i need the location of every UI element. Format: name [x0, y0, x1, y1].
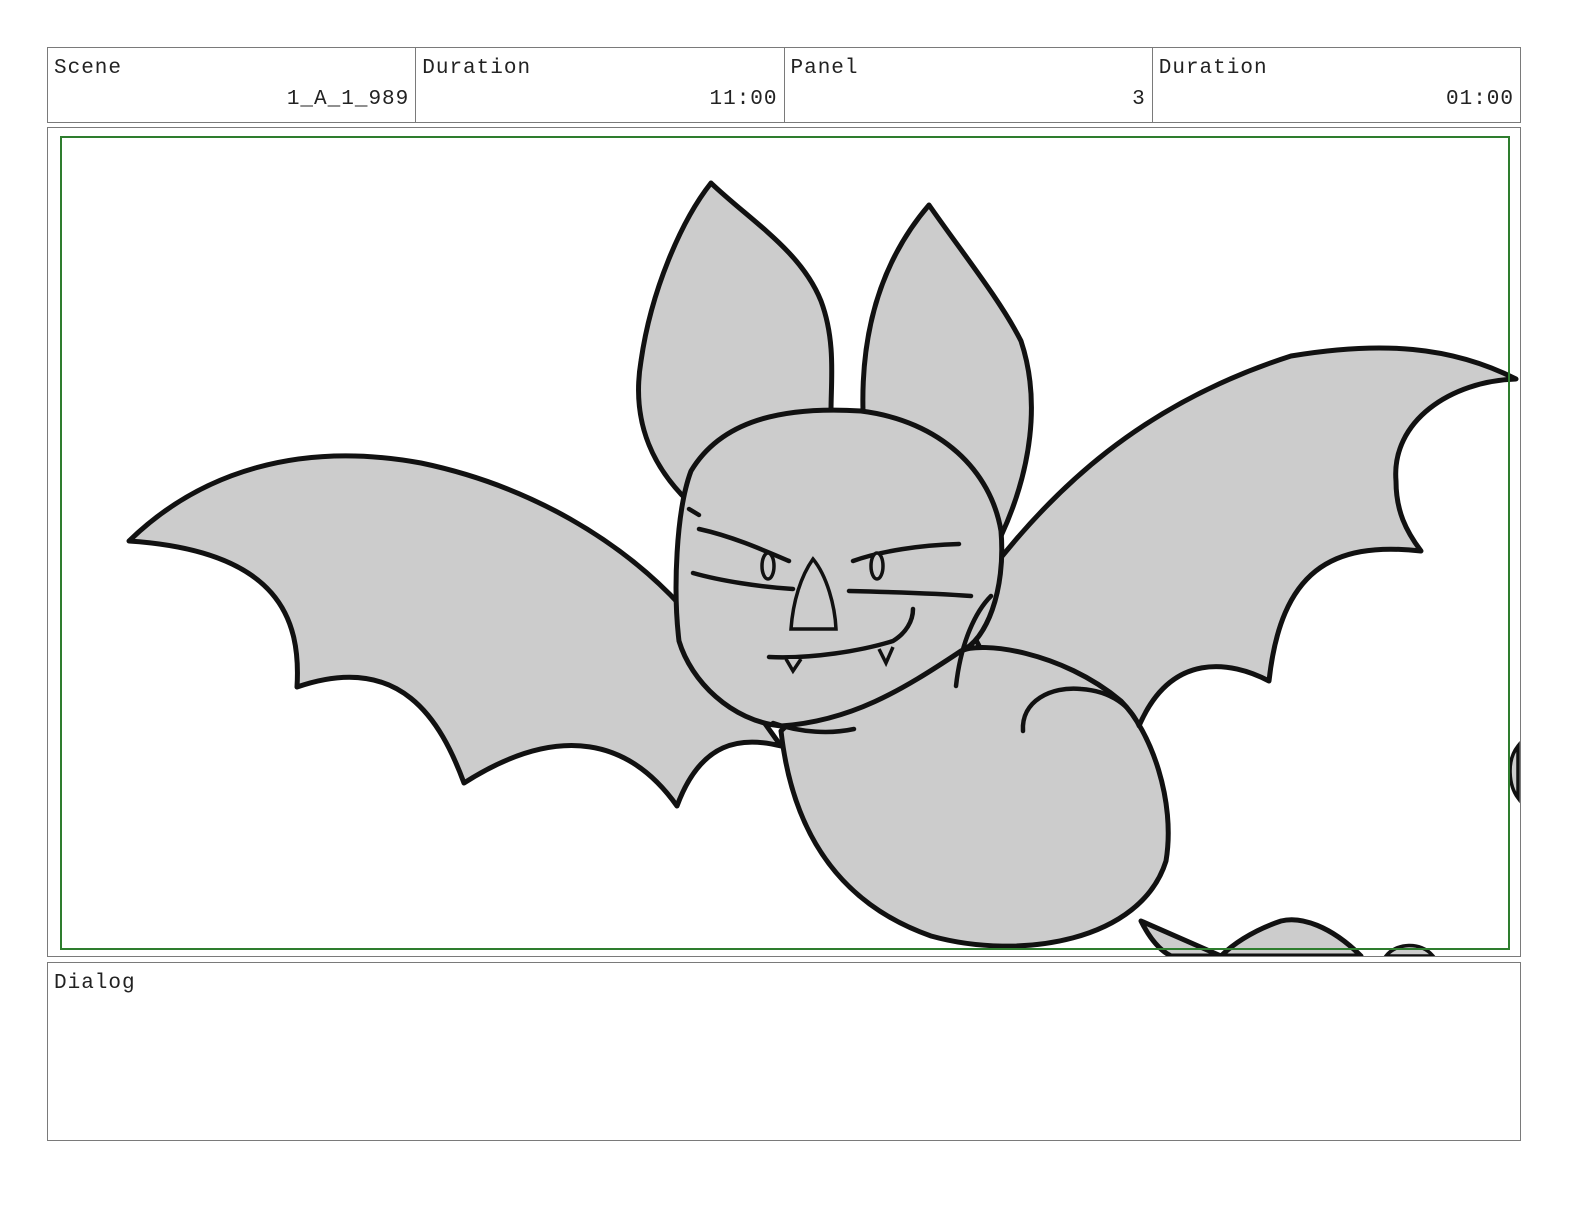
scene-cell: Scene 1_A_1_989	[48, 48, 417, 122]
dialog-label: Dialog	[54, 972, 136, 995]
storyboard-panel	[47, 127, 1521, 957]
scene-duration-value: 11:00	[709, 88, 778, 111]
left-pupil	[760, 551, 776, 581]
panel-cell: Panel 3	[785, 48, 1153, 122]
scene-label: Scene	[54, 57, 123, 80]
dialog-box: Dialog	[47, 962, 1521, 1141]
right-pupil	[869, 551, 885, 581]
foot-bump	[1383, 943, 1436, 956]
bat-feet	[1138, 917, 1364, 956]
edge-fragment	[1508, 741, 1520, 804]
scene-duration-label: Duration	[422, 57, 532, 80]
scene-duration-cell: Duration 11:00	[416, 48, 785, 122]
scene-value: 1_A_1_989	[286, 88, 410, 111]
panel-label: Panel	[790, 57, 859, 80]
panel-duration-value: 01:00	[1445, 88, 1514, 111]
panel-value: 3	[1132, 88, 1146, 111]
header-table: Scene 1_A_1_989 Duration 11:00 Panel 3 D…	[47, 47, 1521, 123]
panel-duration-cell: Duration 01:00	[1153, 48, 1520, 122]
bat-drawing	[60, 136, 1520, 956]
panel-duration-label: Duration	[1158, 57, 1268, 80]
